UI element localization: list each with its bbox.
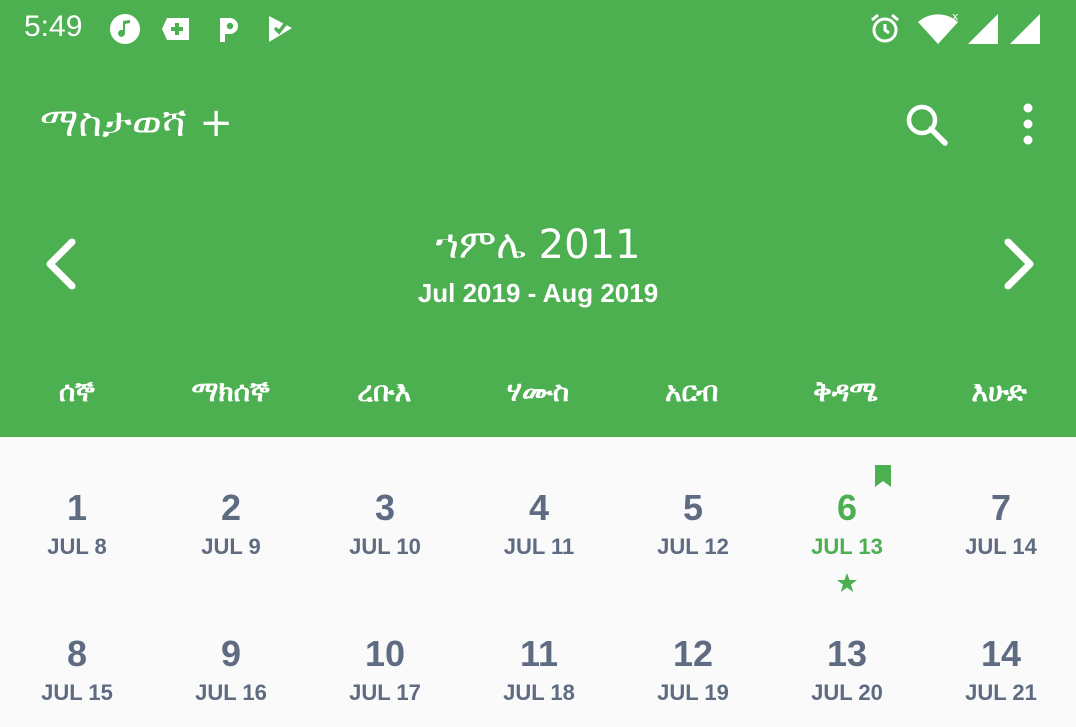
day-number: 11: [519, 633, 559, 674]
status-bar: 5:49 x: [0, 0, 1076, 60]
day-number: 12: [672, 633, 714, 674]
gregorian-date: JUL 17: [349, 680, 421, 705]
day-number: 10: [364, 633, 406, 674]
gregorian-date: JUL 15: [41, 680, 113, 705]
gregorian-date: JUL 11: [503, 534, 575, 559]
gregorian-date: JUL 9: [201, 534, 261, 559]
day-number: 8: [66, 633, 88, 674]
signal-icon: [966, 12, 1000, 46]
weekday-label: ሃሙስ: [506, 375, 570, 408]
gregorian-date: JUL 16: [195, 680, 267, 705]
signal-icon: [1008, 12, 1042, 46]
weekday-label: ማክሰኞ: [191, 375, 270, 408]
star-icon: [836, 572, 858, 594]
calendar-header: 5:49 x ማስታወሻ + ኀምሌ 2011 Jul 2019 - Aug 2…: [0, 0, 1076, 437]
day-number: 3: [374, 487, 396, 528]
weekday-label: እሁድ: [971, 375, 1027, 408]
day-cell[interactable]: 11 JUL 18: [462, 606, 616, 727]
svg-text:x: x: [952, 12, 959, 23]
day-cell[interactable]: 8 JUL 15: [0, 606, 154, 727]
gregorian-date: JUL 18: [503, 680, 575, 705]
gregorian-date: JUL 19: [657, 680, 729, 705]
day-number: 2: [220, 487, 242, 528]
month-range: Jul 2019 - Aug 2019: [417, 278, 659, 308]
day-cell[interactable]: 10 JUL 17: [308, 606, 462, 727]
gregorian-date: JUL 10: [349, 534, 421, 559]
month-title: ኀምሌ 2011: [435, 222, 641, 268]
p-app-icon: [212, 12, 246, 46]
day-cell[interactable]: 1 JUL 8: [0, 460, 154, 606]
search-icon[interactable]: [902, 100, 950, 148]
calendar-grid: 1 JUL 8 2 JUL 9 3 JUL 10 4 JUL 11 5 JUL 12 6 …: [0, 460, 1076, 727]
music-note-icon: [108, 12, 142, 46]
weekday-label: ቅዳሜ: [813, 375, 878, 408]
wifi-icon: x: [916, 12, 960, 46]
status-time: 5:49: [24, 10, 83, 43]
gregorian-date: JUL 14: [965, 534, 1037, 559]
day-number: 7: [990, 487, 1012, 528]
day-number: 13: [826, 633, 868, 674]
alarm-icon: [868, 12, 902, 46]
day-number: 6: [836, 487, 858, 528]
more-vert-icon[interactable]: [1004, 100, 1052, 148]
weekday-label: ረቡእ: [357, 375, 412, 408]
day-cell[interactable]: 9 JUL 16: [154, 606, 308, 727]
gregorian-date: JUL 21: [965, 680, 1037, 705]
day-cell-today[interactable]: 6 JUL 13: [770, 460, 924, 606]
day-cell[interactable]: 2 JUL 9: [154, 460, 308, 606]
day-cell[interactable]: 13 JUL 20: [770, 606, 924, 727]
weekday-label: ሰኞ: [58, 375, 95, 408]
bookmark-icon: [874, 464, 892, 488]
gregorian-date: JUL 12: [657, 534, 729, 559]
day-number: 1: [66, 487, 88, 528]
day-cell[interactable]: 7 JUL 14: [924, 460, 1076, 606]
day-number: 9: [220, 633, 242, 674]
gregorian-date: JUL 8: [47, 534, 107, 559]
day-cell[interactable]: 3 JUL 10: [308, 460, 462, 606]
day-cell[interactable]: 12 JUL 19: [616, 606, 770, 727]
day-cell[interactable]: 4 JUL 11: [462, 460, 616, 606]
check-app-icon: [264, 12, 298, 46]
day-number: 4: [528, 487, 550, 528]
day-number: 14: [980, 633, 1022, 674]
add-app-icon: [160, 12, 194, 46]
day-number: 5: [682, 487, 704, 528]
weekday-label: አርብ: [665, 375, 719, 408]
day-cell[interactable]: 5 JUL 12: [616, 460, 770, 606]
day-cell[interactable]: 14 JUL 21: [924, 606, 1076, 727]
gregorian-date: JUL 20: [811, 680, 883, 705]
app-title: ማስታወሻ +: [40, 100, 233, 146]
gregorian-date: JUL 13: [811, 534, 883, 559]
weekday-header: ሰኞ ማክሰኞ ረቡእ ሃሙስ አርብ ቅዳሜ እሁድ: [0, 370, 1076, 420]
